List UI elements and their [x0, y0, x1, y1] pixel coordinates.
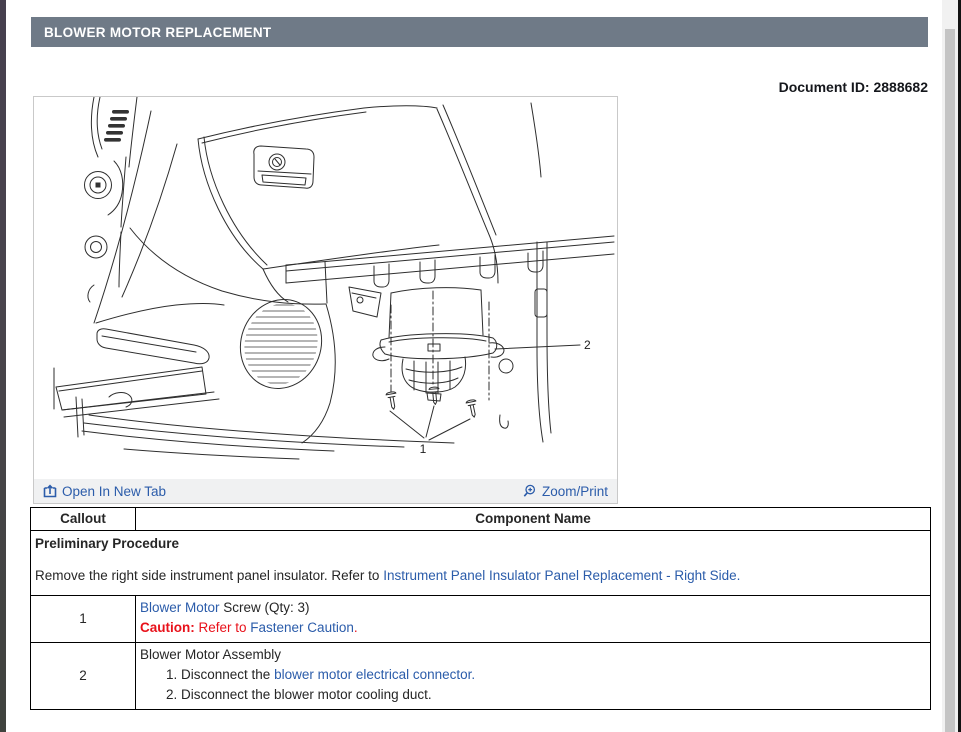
figure-toolbar: Open In New Tab Zoom/Print [34, 479, 617, 503]
preliminary-text: Remove the right side instrument panel i… [35, 568, 383, 583]
caution-text: Refer to [195, 620, 251, 635]
document-id: Document ID: 2888682 [779, 79, 928, 95]
step-1-text: 1. Disconnect the [166, 667, 274, 682]
dash-lower-rail [286, 236, 614, 303]
component-column-header: Component Name [136, 508, 931, 531]
diagram-callout-2: 2 [584, 338, 591, 352]
callout-number-2: 2 [31, 643, 136, 710]
page-title: BLOWER MOTOR REPLACEMENT [44, 25, 271, 40]
electrical-connector-link[interactable]: blower motor electrical connector. [274, 667, 475, 682]
component-name-line: Blower Motor Assembly [140, 645, 926, 665]
open-in-new-tab-icon [43, 484, 57, 498]
table-row-2: 2 Blower Motor Assembly 1. Disconnect th… [31, 643, 931, 710]
callout-leaders [390, 345, 580, 440]
zoom-print-link[interactable]: Zoom/Print [523, 484, 608, 499]
caution-suffix: . [354, 620, 358, 635]
blower-motor-assembly [373, 288, 504, 401]
dash-contours [94, 111, 326, 323]
floor-lines [82, 415, 454, 459]
step-1-line: 1. Disconnect the blower motor electrica… [140, 665, 926, 685]
mount-bracket [349, 287, 381, 317]
step-2-line: 2. Disconnect the blower motor cooling d… [140, 685, 926, 705]
open-in-new-tab-link[interactable]: Open In New Tab [43, 484, 166, 499]
glove-box-latch [254, 146, 314, 188]
callout-table: Callout Component Name Preliminary Proce… [30, 507, 931, 710]
callout-column-header: Callout [31, 508, 136, 531]
zoom-print-icon [523, 484, 537, 498]
preliminary-procedure-body: Remove the right side instrument panel i… [35, 566, 925, 586]
fastener-caution-link[interactable]: Fastener Caution [250, 620, 354, 635]
side-vent-grille [228, 288, 335, 443]
preliminary-procedure-cell: Preliminary Procedure Remove the right s… [31, 531, 931, 596]
component-cell-1: Blower Motor Screw (Qty: 3) Caution: Ref… [136, 596, 931, 643]
callout-number-1: 1 [31, 596, 136, 643]
page-title-bar: BLOWER MOTOR REPLACEMENT [31, 17, 928, 47]
preliminary-procedure-title: Preliminary Procedure [35, 534, 925, 554]
component-name-rest: Screw (Qty: 3) [220, 600, 310, 615]
figure-panel: 1 2 [33, 96, 618, 504]
component-cell-2: Blower Motor Assembly 1. Disconnect the … [136, 643, 931, 710]
insulator-replacement-link[interactable]: Instrument Panel Insulator Panel Replace… [383, 568, 740, 583]
dash-vent-slats [91, 97, 137, 167]
scrollbar-thumb[interactable] [945, 29, 955, 732]
diagram-callout-1: 1 [420, 442, 427, 456]
blower-motor-diagram: 1 2 [34, 97, 617, 479]
table-row-1: 1 Blower Motor Screw (Qty: 3) Caution: R… [31, 596, 931, 643]
caution-label: Caution: [140, 620, 195, 635]
dash-knobs [85, 157, 127, 302]
right-pillar [437, 103, 551, 442]
service-document-page: BLOWER MOTOR REPLACEMENT Document ID: 28… [0, 0, 961, 732]
blower-motor-link[interactable]: Blower Motor [140, 600, 220, 615]
zoom-print-label: Zoom/Print [542, 484, 608, 499]
component-name-line: Blower Motor Screw (Qty: 3) [140, 598, 926, 618]
scrollbar[interactable] [942, 0, 958, 732]
diagram-svg: 1 2 [34, 97, 617, 479]
table-header-row: Callout Component Name [31, 508, 931, 531]
caution-line: Caution: Refer to Fastener Caution. [140, 618, 926, 638]
preliminary-procedure-row: Preliminary Procedure Remove the right s… [31, 531, 931, 596]
open-in-new-tab-label: Open In New Tab [62, 484, 166, 499]
left-edge-strip [0, 0, 6, 732]
